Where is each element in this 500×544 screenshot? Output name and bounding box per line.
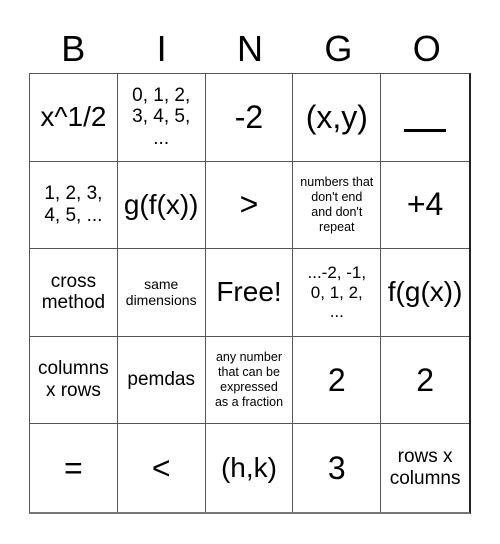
header-letter-g: G — [324, 28, 353, 69]
bingo-cell-r1-c4[interactable]: (x,y) — [293, 74, 382, 162]
bingo-cell-r4-c4[interactable]: 2 — [293, 336, 382, 425]
bingo-cell-r1-c1[interactable]: x^1/2 — [30, 74, 118, 162]
bingo-cell-r1-c3[interactable]: -2 — [205, 74, 294, 162]
bingo-cell-r1-c5[interactable] — [381, 74, 469, 162]
header-letter-b: B — [61, 28, 86, 69]
header-letter-n: N — [236, 28, 263, 69]
bingo-cell-r2-c1[interactable]: 1, 2, 3, 4, 5, ... — [30, 161, 118, 250]
header-letter-i: I — [156, 28, 167, 69]
bingo-cell-free[interactable]: Free! — [205, 249, 294, 337]
header-letter-o: O — [412, 28, 441, 69]
bingo-cell-r4-c2[interactable]: pemdas — [117, 336, 206, 425]
bingo-cell-r4-c1[interactable]: columns x rows — [30, 336, 118, 425]
bingo-cell-r5-c3[interactable]: (h,k) — [206, 424, 294, 512]
bingo-cell-r5-c2[interactable]: < — [118, 424, 206, 512]
bingo-cell-r3-c1[interactable]: cross method — [30, 249, 118, 337]
bingo-grid: x^1/2 0, 1, 2, 3, 4, 5, ... -2 (x,y) 1, … — [29, 73, 471, 514]
bingo-cell-r2-c4[interactable]: numbers that don't end and don't repeat — [293, 161, 382, 250]
bingo-cell-r3-c2[interactable]: same dimensions — [117, 249, 206, 337]
blank-line-answer — [404, 128, 447, 132]
bingo-cell-r5-c5[interactable]: rows x columns — [381, 424, 469, 512]
bingo-cell-r5-c4[interactable]: 3 — [293, 424, 382, 512]
bingo-cell-r3-c4[interactable]: ...-2, -1, 0, 1, 2, ... — [293, 249, 382, 337]
bingo-cell-r3-c5[interactable]: f(g(x)) — [381, 249, 469, 337]
bingo-cell-r2-c3[interactable]: > — [205, 161, 294, 250]
bingo-cell-r4-c5[interactable]: 2 — [381, 337, 469, 425]
bingo-cell-r1-c2[interactable]: 0, 1, 2, 3, 4, 5, ... — [117, 74, 206, 162]
bingo-cell-r4-c3[interactable]: any number that can be expressed as a fr… — [205, 336, 294, 425]
bingo-cell-r5-c1[interactable]: = — [30, 424, 118, 512]
bingo-header: B I N G O — [29, 24, 471, 74]
bingo-cell-r2-c2[interactable]: g(f(x)) — [117, 161, 206, 250]
bingo-cell-r2-c5[interactable]: +4 — [381, 162, 469, 250]
